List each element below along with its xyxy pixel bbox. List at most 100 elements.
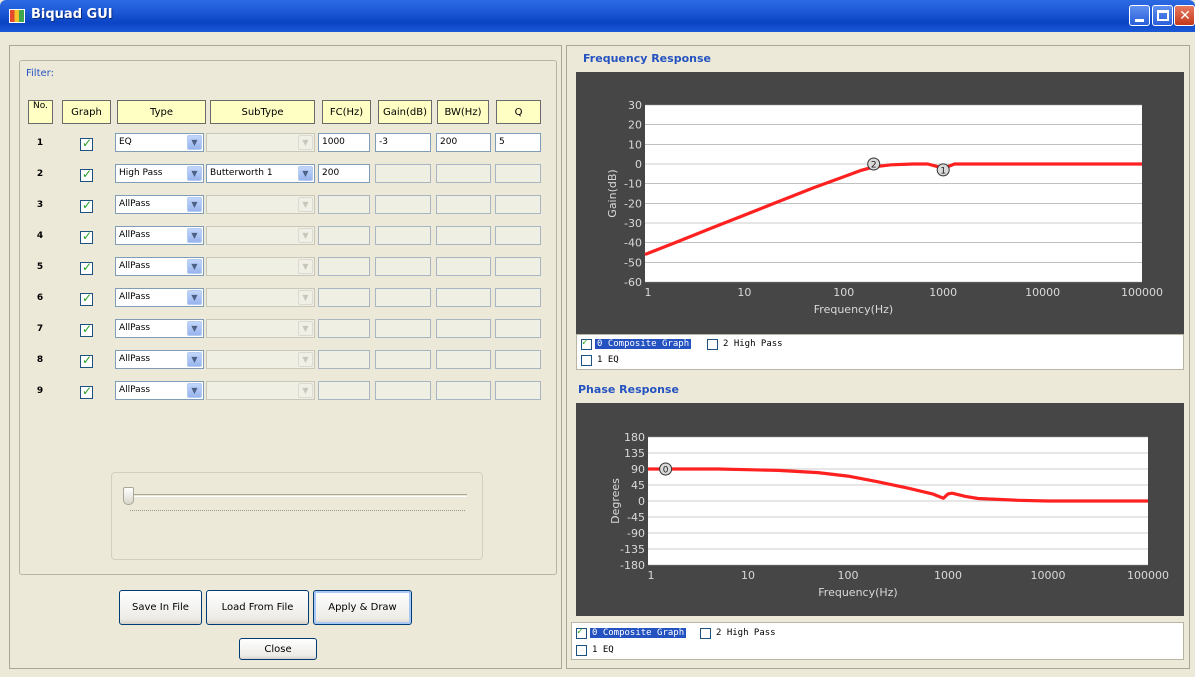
bw-input [436,381,491,400]
legend-checkbox[interactable] [707,338,718,350]
fc-input[interactable]: 1000 [318,133,370,152]
legend-eq[interactable]: 1 EQ [576,643,616,657]
legend-eq[interactable]: 1 EQ [581,353,621,367]
graph-checkbox[interactable] [80,322,93,337]
phase-legend: 0 Composite Graph 2 High Pass 1 EQ [571,622,1184,660]
x-tick-label: 10 [741,569,755,582]
chevron-down-icon[interactable]: ▼ [187,135,202,150]
type-select-value: AllPass [119,199,151,209]
x-tick-label: 1000 [934,569,962,582]
header-gain: Gain(dB) [378,100,432,124]
legend-checkbox[interactable] [576,626,587,639]
close-button[interactable]: Close [239,638,317,660]
type-select-value: AllPass [119,292,151,302]
header-subtype: SubType [210,100,315,124]
legend-checkbox[interactable] [581,337,592,350]
type-select[interactable]: AllPass ▼ [115,195,204,214]
chevron-down-icon[interactable]: ▼ [187,228,202,243]
legend-label: 0 Composite Graph [595,339,692,349]
title-bar[interactable]: Biquad GUI ✕ [0,0,1195,32]
close-window-button[interactable]: ✕ [1174,5,1195,26]
legend-high-pass[interactable]: 2 High Pass [707,337,785,351]
frequency-legend: 0 Composite Graph 2 High Pass 1 EQ [576,334,1184,370]
x-tick-label: 100000 [1127,569,1169,582]
type-select[interactable]: EQ ▼ [115,133,204,152]
header-fc: FC(Hz) [322,100,371,124]
bw-input[interactable]: 200 [436,133,491,152]
graph-checkbox[interactable] [80,198,93,213]
bw-input [436,257,491,276]
chevron-down-icon: ▼ [298,135,313,150]
legend-high-pass[interactable]: 2 High Pass [700,626,778,640]
curve-marker-label: 1 [940,166,946,176]
chevron-down-icon[interactable]: ▼ [187,290,202,305]
minimize-icon [1135,19,1144,22]
gain-input [375,164,431,183]
chevron-down-icon[interactable]: ▼ [187,259,202,274]
y-tick-label: -90 [627,527,645,540]
q-input[interactable]: 5 [495,133,541,152]
type-select-value: AllPass [119,385,151,395]
legend-checkbox[interactable] [581,354,592,366]
chevron-down-icon[interactable]: ▼ [187,352,202,367]
type-select[interactable]: AllPass ▼ [115,257,204,276]
gain-input [375,288,431,307]
slider-thumb[interactable] [123,487,134,505]
maximize-icon [1157,10,1169,21]
fc-input [318,350,370,369]
chevron-down-icon[interactable]: ▼ [187,383,202,398]
x-tick-label: 1000 [929,286,957,299]
frequency-chart-frame: 30 20 10 0 -10 -20 -30 -40 -50 -60 1 10 100 1000 10000… [576,72,1184,334]
gain-input [375,226,431,245]
minimize-button[interactable] [1129,5,1150,26]
graph-checkbox[interactable] [80,353,93,368]
phase-response-chart: 180 135 90 45 0 -45 -90 -135 -1801 10 100 1000 10000… [609,431,1169,599]
graph-checkbox[interactable] [80,167,93,182]
bw-input [436,350,491,369]
subtype-select[interactable]: Butterworth 1 ▼ [206,164,315,183]
type-select[interactable]: AllPass ▼ [115,288,204,307]
type-select[interactable]: High Pass ▼ [115,164,204,183]
phase-response-title: Phase Response [578,383,679,396]
load-from-file-button[interactable]: Load From File [206,590,309,625]
chevron-down-icon[interactable]: ▼ [187,166,202,181]
window-title: Biquad GUI [31,7,113,22]
plot-area [645,105,1142,282]
type-select[interactable]: AllPass ▼ [115,381,204,400]
type-select[interactable]: AllPass ▼ [115,350,204,369]
type-select[interactable]: AllPass ▼ [115,226,204,245]
type-select[interactable]: AllPass ▼ [115,319,204,338]
graph-checkbox[interactable] [80,229,93,244]
bw-input [436,288,491,307]
gain-input[interactable]: -3 [375,133,431,152]
legend-checkbox[interactable] [700,627,711,639]
y-tick-label: 0 [635,158,642,171]
chevron-down-icon: ▼ [298,352,313,367]
y-tick-label: 180 [624,431,645,444]
apply-draw-button[interactable]: Apply & Draw [313,590,412,625]
subtype-select-value: Butterworth 1 [210,168,273,178]
x-tick-label: 100000 [1121,286,1163,299]
graph-checkbox[interactable] [80,291,93,306]
chevron-down-icon[interactable]: ▼ [298,166,313,181]
subtype-select: ▼ [206,288,315,307]
y-tick-label: 135 [624,447,645,460]
chevron-down-icon[interactable]: ▼ [187,321,202,336]
graph-checkbox[interactable] [80,260,93,275]
y-tick-label: -40 [624,237,642,250]
subtype-select: ▼ [206,350,315,369]
graph-checkbox[interactable] [80,136,93,151]
legend-composite-graph[interactable]: 0 Composite Graph [576,626,687,640]
bw-input [436,319,491,338]
fc-input[interactable]: 200 [318,164,370,183]
save-in-file-button[interactable]: Save In File [119,590,202,625]
graph-checkbox[interactable] [80,384,93,399]
maximize-button[interactable] [1152,5,1173,26]
q-input [495,381,541,400]
legend-checkbox[interactable] [576,644,587,656]
chevron-down-icon[interactable]: ▼ [187,197,202,212]
legend-composite-graph[interactable]: 0 Composite Graph [581,337,692,351]
subtype-select: ▼ [206,195,315,214]
row-number: 4 [36,231,44,241]
header-bw: BW(Hz) [437,100,489,124]
